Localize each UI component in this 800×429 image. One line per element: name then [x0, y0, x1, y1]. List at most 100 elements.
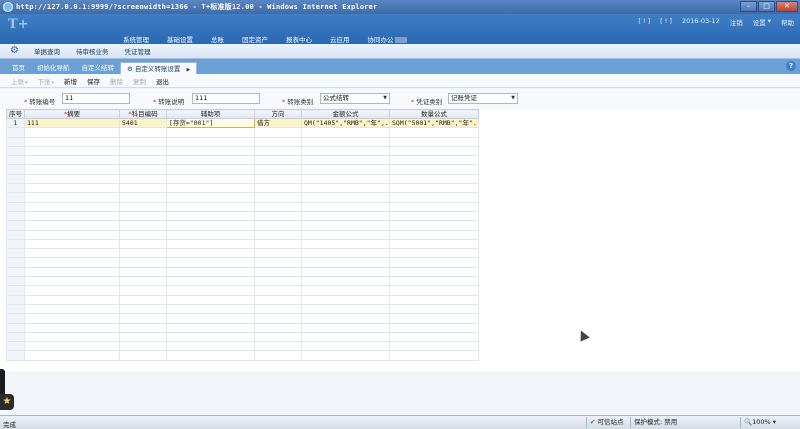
grid-cell[interactable] [389, 266, 479, 278]
grid-cell[interactable] [301, 313, 390, 324]
security-zone[interactable]: ✔ 可信站点 [586, 417, 623, 428]
grid-cell[interactable] [24, 276, 120, 287]
tab-custom-transfer-settings[interactable]: ⚙ 自定义转账设置 ▶ [120, 62, 198, 74]
grid-cell[interactable] [24, 164, 120, 175]
save-button[interactable]: 保存 [82, 76, 105, 86]
grid-cell[interactable] [24, 229, 120, 240]
table-row[interactable] [6, 192, 479, 203]
grid-cell[interactable] [389, 136, 479, 147]
table-row[interactable]: 1 111 5401 [存货="001"] 借方 QM("1405","RMB"… [6, 117, 479, 129]
col-header-auxiliary[interactable]: 辅助项 [166, 109, 255, 119]
grid-cell[interactable] [119, 285, 167, 296]
grid-cell[interactable] [389, 220, 479, 231]
grid-cell[interactable] [119, 257, 167, 268]
grid-cell[interactable] [119, 248, 167, 259]
grid-cell[interactable] [389, 276, 479, 287]
add-button[interactable]: 新增 [59, 76, 82, 86]
func-voucher-management[interactable]: 凭证管理 [117, 46, 159, 56]
tab-close-icon[interactable]: ▶ [186, 67, 190, 73]
grid-cell[interactable] [254, 266, 302, 278]
grid-cell[interactable] [166, 201, 255, 212]
grid-cell[interactable] [119, 201, 167, 212]
cell-account-code[interactable]: 5401 [119, 117, 167, 129]
grid-cell[interactable] [389, 248, 479, 259]
grid-cell[interactable] [119, 173, 167, 185]
grid-cell[interactable] [301, 322, 390, 333]
grid-cell[interactable] [119, 192, 167, 203]
cell-amount-formula[interactable]: QM("1405","RMB","年",... [301, 117, 390, 129]
grid-cell[interactable] [301, 155, 390, 166]
grid-cell[interactable] [119, 136, 167, 147]
grid-cell[interactable] [301, 136, 390, 147]
grid-cell[interactable] [24, 192, 120, 203]
grid-cell[interactable] [301, 331, 390, 343]
help-link[interactable]: 帮助 [781, 17, 794, 27]
exit-button[interactable]: 退出 [151, 76, 174, 86]
table-row[interactable] [6, 145, 479, 157]
grid-cell[interactable] [119, 145, 167, 157]
table-row[interactable] [6, 155, 479, 166]
col-header-account-code[interactable]: *科目编码 [119, 109, 167, 119]
grid-cell[interactable] [254, 322, 302, 333]
grid-cell[interactable] [254, 145, 302, 157]
table-row[interactable] [6, 294, 479, 305]
grid-cell[interactable] [254, 136, 302, 147]
grid-cell[interactable] [166, 145, 255, 157]
grid-cell[interactable] [166, 303, 255, 315]
grid-cell[interactable] [166, 322, 255, 333]
col-header-amount-formula[interactable]: 金额公式 [301, 109, 390, 119]
next-button[interactable]: 下张▾ [33, 76, 60, 86]
grid-cell[interactable] [301, 192, 390, 203]
table-row[interactable] [6, 350, 479, 361]
table-row[interactable] [6, 210, 479, 222]
nav-general-ledger[interactable]: 总账 [202, 34, 233, 44]
grid-cell[interactable] [166, 155, 255, 166]
table-row[interactable] [6, 220, 479, 231]
grid-cell[interactable] [301, 276, 390, 287]
grid-cell[interactable] [166, 238, 255, 250]
grid-cell[interactable] [389, 303, 479, 315]
grid-cell[interactable] [389, 238, 479, 250]
grid-cell[interactable] [389, 145, 479, 157]
delete-button[interactable]: 删除 [105, 76, 128, 86]
table-row[interactable] [6, 201, 479, 212]
table-row[interactable] [6, 183, 479, 194]
grid-cell[interactable] [24, 350, 120, 361]
grid-cell[interactable] [389, 210, 479, 222]
grid-cell[interactable] [166, 257, 255, 268]
grid-cell[interactable] [301, 294, 390, 305]
grid-cell[interactable] [119, 266, 167, 278]
grid-cell[interactable] [119, 341, 167, 352]
ticket-indicator-2[interactable]: [ ! ] [660, 17, 672, 27]
grid-cell[interactable] [24, 341, 120, 352]
grid-cell[interactable] [24, 210, 120, 222]
grid-cell[interactable] [24, 238, 120, 250]
grid-cell[interactable] [166, 136, 255, 147]
grid-cell[interactable] [24, 331, 120, 343]
grid-cell[interactable] [166, 285, 255, 296]
grid-cell[interactable] [166, 248, 255, 259]
col-header-summary[interactable]: *摘要 [24, 109, 120, 119]
grid-cell[interactable] [119, 294, 167, 305]
grid-cell[interactable] [389, 257, 479, 268]
grid-cell[interactable] [166, 229, 255, 240]
nav-report-center[interactable]: 报表中心 [277, 34, 321, 44]
table-row[interactable] [6, 313, 479, 324]
grid-cell[interactable] [166, 313, 255, 324]
grid-cell[interactable] [254, 294, 302, 305]
grid-cell[interactable] [254, 285, 302, 296]
grid-cell[interactable] [166, 266, 255, 278]
cell-auxiliary[interactable]: [存货="001"] [166, 117, 255, 129]
grid-cell[interactable] [119, 313, 167, 324]
grid-cell[interactable] [254, 220, 302, 231]
grid-cell[interactable] [166, 331, 255, 343]
grid-cell[interactable] [301, 164, 390, 175]
grid-cell[interactable] [254, 164, 302, 175]
zoom-level[interactable]: 🔍100% ▾ [740, 417, 776, 428]
nav-basic-settings[interactable]: 基础设置 [158, 34, 202, 44]
gear-icon[interactable]: ⚙ [10, 46, 20, 56]
grid-cell[interactable] [301, 285, 390, 296]
table-row[interactable] [6, 276, 479, 287]
grid-cell[interactable] [254, 331, 302, 343]
grid-cell[interactable] [389, 192, 479, 203]
